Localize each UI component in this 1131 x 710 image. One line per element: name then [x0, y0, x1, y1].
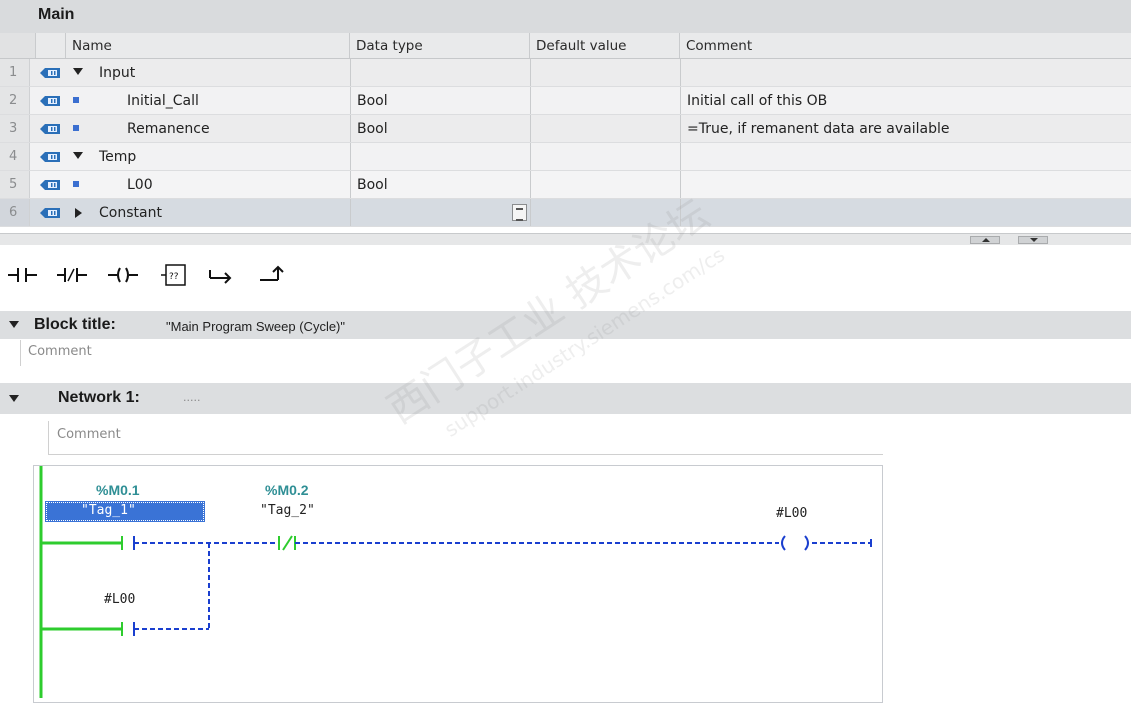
element-bullet-icon — [73, 181, 79, 187]
row-data-type[interactable]: Bool — [350, 115, 530, 142]
open-branch-button[interactable] — [206, 258, 240, 292]
normally-closed-contact-icon — [57, 268, 87, 282]
coil-button[interactable] — [106, 258, 140, 292]
contact2-slash — [282, 535, 293, 551]
interface-splitter[interactable] — [0, 233, 1131, 245]
network-title-field[interactable]: ..... — [183, 391, 200, 404]
header-data-type[interactable]: Data type — [350, 33, 530, 58]
scroll-down-button[interactable] — [1018, 236, 1048, 244]
coil-icon — [108, 267, 138, 283]
contact1-address[interactable]: %M0.1 — [96, 482, 140, 498]
interface-row-selected[interactable]: 6 Constant — [0, 199, 1131, 227]
row-default-value[interactable] — [530, 199, 680, 226]
contact2-tag[interactable]: "Tag_2" — [260, 503, 315, 518]
interface-table-header: Name Data type Default value Comment — [0, 33, 1131, 59]
row-comment[interactable] — [680, 143, 1131, 170]
network-comment-field[interactable]: Comment — [48, 421, 883, 455]
element-bullet-icon — [73, 97, 79, 103]
row-data-type[interactable]: Bool — [350, 87, 530, 114]
row-default-value[interactable] — [530, 87, 680, 114]
row-name[interactable]: Initial_Call — [127, 87, 199, 114]
scroll-up-button[interactable] — [970, 236, 1000, 244]
interface-tag-icon — [40, 152, 60, 162]
row-name[interactable]: L00 — [127, 171, 153, 198]
open-branch-icon — [209, 270, 232, 284]
ladder-toolbar: ?? — [0, 258, 320, 298]
header-icon-col — [36, 33, 66, 58]
row-default-value[interactable] — [530, 171, 680, 198]
row-data-type[interactable]: Bool — [350, 171, 530, 198]
block-title-label: Block title: — [34, 316, 116, 333]
interface-row[interactable]: 4 Temp — [0, 143, 1131, 171]
row-number: 5 — [0, 171, 30, 198]
row-default-value[interactable] — [530, 115, 680, 142]
row-default-value[interactable] — [530, 143, 680, 170]
row-data-type[interactable] — [350, 199, 530, 226]
header-name[interactable]: Name — [66, 33, 350, 58]
coil-right-arc — [804, 535, 809, 551]
row-comment[interactable]: =True, if remanent data are available — [680, 115, 1131, 142]
contact1-tag-selected[interactable]: "Tag_1" — [45, 501, 205, 522]
element-bullet-icon — [73, 125, 79, 131]
block-title-value[interactable]: "Main Program Sweep (Cycle)" — [166, 319, 345, 334]
svg-text:??: ?? — [169, 272, 179, 282]
header-default-value[interactable]: Default value — [530, 33, 680, 58]
close-branch-button[interactable] — [256, 258, 290, 292]
interface-row[interactable]: 2 Initial_Call Bool Initial call of this… — [0, 87, 1131, 115]
close-branch-icon — [260, 265, 284, 281]
row-data-type[interactable] — [350, 59, 530, 86]
collapse-triangle-icon[interactable] — [9, 321, 19, 328]
row-number: 3 — [0, 115, 30, 142]
collapse-triangle-icon[interactable] — [9, 395, 19, 402]
interface-tag-icon — [40, 180, 60, 190]
branch-contact-tag[interactable]: #L00 — [104, 592, 135, 607]
block-title-header[interactable]: Block title: "Main Program Sweep (Cycle)… — [0, 311, 1131, 339]
interface-tag-icon — [40, 96, 60, 106]
expand-arrow-icon[interactable] — [73, 68, 83, 76]
interface-row[interactable]: 5 L00 Bool — [0, 171, 1131, 199]
row-comment[interactable]: Initial call of this OB — [680, 87, 1131, 114]
interface-tag-icon — [40, 68, 60, 78]
network-header[interactable]: Network 1: ..... — [0, 383, 1131, 414]
interface-tag-icon — [40, 124, 60, 134]
header-comment[interactable]: Comment — [680, 33, 1131, 58]
row-comment[interactable] — [680, 171, 1131, 198]
block-name: Main — [38, 6, 75, 23]
ladder-network[interactable]: %M0.1 "Tag_1" %M0.2 "Tag_2" #L00 #L00 — [33, 465, 883, 703]
row-data-type[interactable] — [350, 143, 530, 170]
collapse-arrow-icon[interactable] — [75, 208, 83, 218]
empty-box-button[interactable]: ?? — [158, 258, 192, 292]
row-number: 6 — [0, 199, 30, 226]
block-title-bar: Main — [0, 0, 1131, 33]
expand-arrow-icon[interactable] — [73, 152, 83, 160]
row-number: 1 — [0, 59, 30, 86]
coil-tag[interactable]: #L00 — [776, 506, 807, 521]
interface-tag-icon — [40, 208, 60, 218]
block-comment-field[interactable]: Comment — [20, 340, 1131, 366]
interface-row[interactable]: 3 Remanence Bool =True, if remanent data… — [0, 115, 1131, 143]
row-comment[interactable] — [680, 59, 1131, 86]
header-corner — [0, 33, 36, 58]
nc-contact-button[interactable] — [55, 258, 89, 292]
coil-left-arc — [781, 535, 786, 551]
no-contact-button[interactable] — [6, 258, 40, 292]
row-default-value[interactable] — [530, 59, 680, 86]
normally-open-contact-icon — [8, 268, 37, 282]
network-label: Network 1: — [58, 389, 140, 406]
row-name[interactable]: Input — [99, 59, 135, 86]
row-comment[interactable] — [680, 199, 1131, 226]
row-name[interactable]: Temp — [99, 143, 136, 170]
contact2-address[interactable]: %M0.2 — [265, 482, 309, 498]
interface-row[interactable]: 1 Input — [0, 59, 1131, 87]
row-name[interactable]: Constant — [99, 199, 162, 226]
row-number: 2 — [0, 87, 30, 114]
row-name[interactable]: Remanence — [127, 115, 210, 142]
data-type-picker-button[interactable] — [512, 204, 527, 221]
row-number: 4 — [0, 143, 30, 170]
